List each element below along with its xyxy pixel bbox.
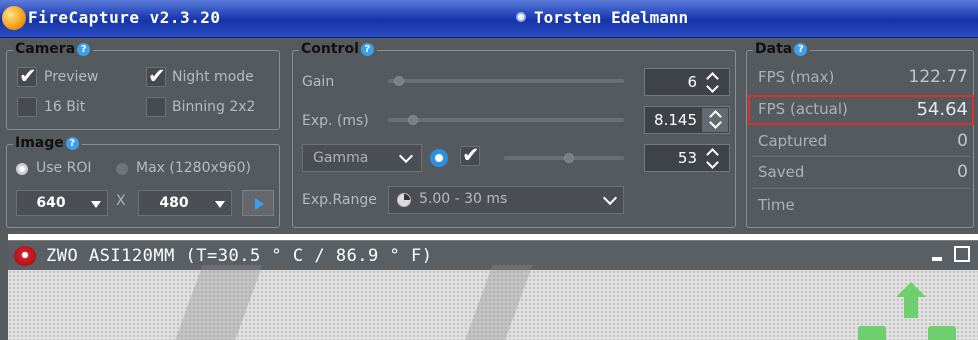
image-legend-text: Image <box>15 135 64 151</box>
gamma-auto-radio[interactable] <box>430 149 448 167</box>
gamma-slider-handle[interactable] <box>564 153 574 163</box>
exposure-value: 8.145 <box>654 111 697 129</box>
gamma-select[interactable]: Gamma <box>302 144 422 172</box>
camera-help-icon[interactable]: ? <box>77 42 91 56</box>
control-legend: Control ? <box>299 41 377 57</box>
fps-max-value: 122.77 <box>908 67 968 87</box>
app-title: FireCapture v2.3.20 <box>28 8 221 27</box>
zwo-camera-logo-icon <box>14 246 36 266</box>
gain-spinbox[interactable]: 6 <box>644 68 730 96</box>
spin-updown-icon[interactable] <box>702 108 728 132</box>
data-help-icon[interactable]: ? <box>794 42 808 56</box>
data-legend-text: Data <box>755 41 793 57</box>
exp-range-label: Exp.Range <box>302 192 377 208</box>
camera-legend: Camera ? <box>13 41 94 57</box>
exposure-slider[interactable] <box>388 118 624 122</box>
roi-width-select[interactable]: 640 <box>16 190 108 216</box>
gamma-select-label: Gamma <box>313 150 369 166</box>
preview-checkbox[interactable] <box>17 64 37 88</box>
fps-actual-label: FPS (actual) <box>758 100 848 118</box>
exposure-spinbox[interactable]: 8.145 <box>644 106 730 134</box>
roi-x-separator: X <box>116 193 126 209</box>
data-divider <box>752 188 970 189</box>
saved-value: 0 <box>957 162 968 182</box>
title-bar: FireCapture v2.3.20 Torsten Edelmann <box>0 0 978 38</box>
author-name: Torsten Edelmann <box>534 8 689 27</box>
fps-max-label: FPS (max) <box>758 68 835 86</box>
data-legend: Data ? <box>753 41 811 57</box>
gain-label: Gain <box>302 74 335 90</box>
16bit-label: 16 Bit <box>44 99 86 115</box>
max-resolution-radio[interactable] <box>116 163 128 175</box>
captured-value: 0 <box>957 131 968 151</box>
chevron-down-icon <box>398 148 414 164</box>
chevron-down-icon <box>215 201 225 208</box>
gamma-enable-checkbox[interactable] <box>460 143 480 167</box>
maximize-icon[interactable] <box>954 246 970 262</box>
overlay-arrow-right-icon <box>928 326 956 340</box>
16bit-checkbox[interactable] <box>17 97 37 117</box>
author-bullet-icon <box>516 12 526 22</box>
camera-group: Camera ? <box>6 41 280 130</box>
exposure-slider-handle[interactable] <box>408 115 418 125</box>
arrow-shaft <box>904 296 918 318</box>
preview-streak <box>463 265 533 340</box>
apply-roi-arrow-button[interactable] <box>242 190 274 216</box>
control-panel: Camera ? Preview Night mode 16 Bit Binni… <box>0 38 978 234</box>
exposure-label: Exp. (ms) <box>302 113 369 129</box>
captured-label: Captured <box>758 132 828 150</box>
arrow-head <box>896 282 926 297</box>
exp-range-value: 5.00 - 30 ms <box>419 191 508 207</box>
image-legend: Image ? <box>13 135 82 151</box>
roi-height-value: 480 <box>159 195 189 211</box>
overlay-arrow-left-icon <box>858 326 886 340</box>
roi-width-value: 640 <box>36 195 66 211</box>
clock-icon <box>397 193 411 207</box>
chevron-down-icon <box>91 201 101 208</box>
firecapture-logo-icon <box>2 6 26 30</box>
image-help-icon[interactable]: ? <box>65 136 79 150</box>
exp-range-select[interactable]: 5.00 - 30 ms <box>388 186 624 214</box>
left-frame-edge <box>0 234 8 340</box>
minimize-icon[interactable] <box>932 257 942 261</box>
camera-window-title: ZWO ASI120MM (T=30.5 ° C / 86.9 ° F) <box>46 246 433 266</box>
data-divider <box>752 156 970 157</box>
roi-height-select[interactable]: 480 <box>138 190 232 216</box>
use-roi-label: Use ROI <box>36 160 92 176</box>
binning-checkbox[interactable] <box>146 97 166 117</box>
control-legend-text: Control <box>301 41 359 57</box>
camera-legend-text: Camera <box>15 41 76 57</box>
control-help-icon[interactable]: ? <box>360 42 374 56</box>
spin-updown-icon[interactable] <box>707 150 721 166</box>
max-resolution-label: Max (1280x960) <box>136 160 251 176</box>
gain-slider-handle[interactable] <box>394 76 404 86</box>
fps-actual-value: 54.64 <box>916 99 968 120</box>
use-roi-radio[interactable] <box>16 163 28 175</box>
gamma-value: 53 <box>677 149 697 167</box>
night-mode-label: Night mode <box>172 69 254 85</box>
preview-label: Preview <box>44 69 99 85</box>
gain-value: 6 <box>687 73 697 91</box>
night-mode-checkbox[interactable] <box>146 64 166 88</box>
saved-label: Saved <box>758 163 805 181</box>
overlay-arrow-up-icon <box>896 282 926 318</box>
time-label: Time <box>758 196 795 214</box>
gamma-spinbox[interactable]: 53 <box>644 144 730 172</box>
preview-streak <box>173 265 263 340</box>
spin-updown-icon[interactable] <box>707 74 721 90</box>
gain-slider[interactable] <box>388 79 624 83</box>
binning-label: Binning 2x2 <box>172 99 256 115</box>
camera-preview[interactable] <box>8 265 978 340</box>
chevron-down-icon <box>602 190 618 206</box>
